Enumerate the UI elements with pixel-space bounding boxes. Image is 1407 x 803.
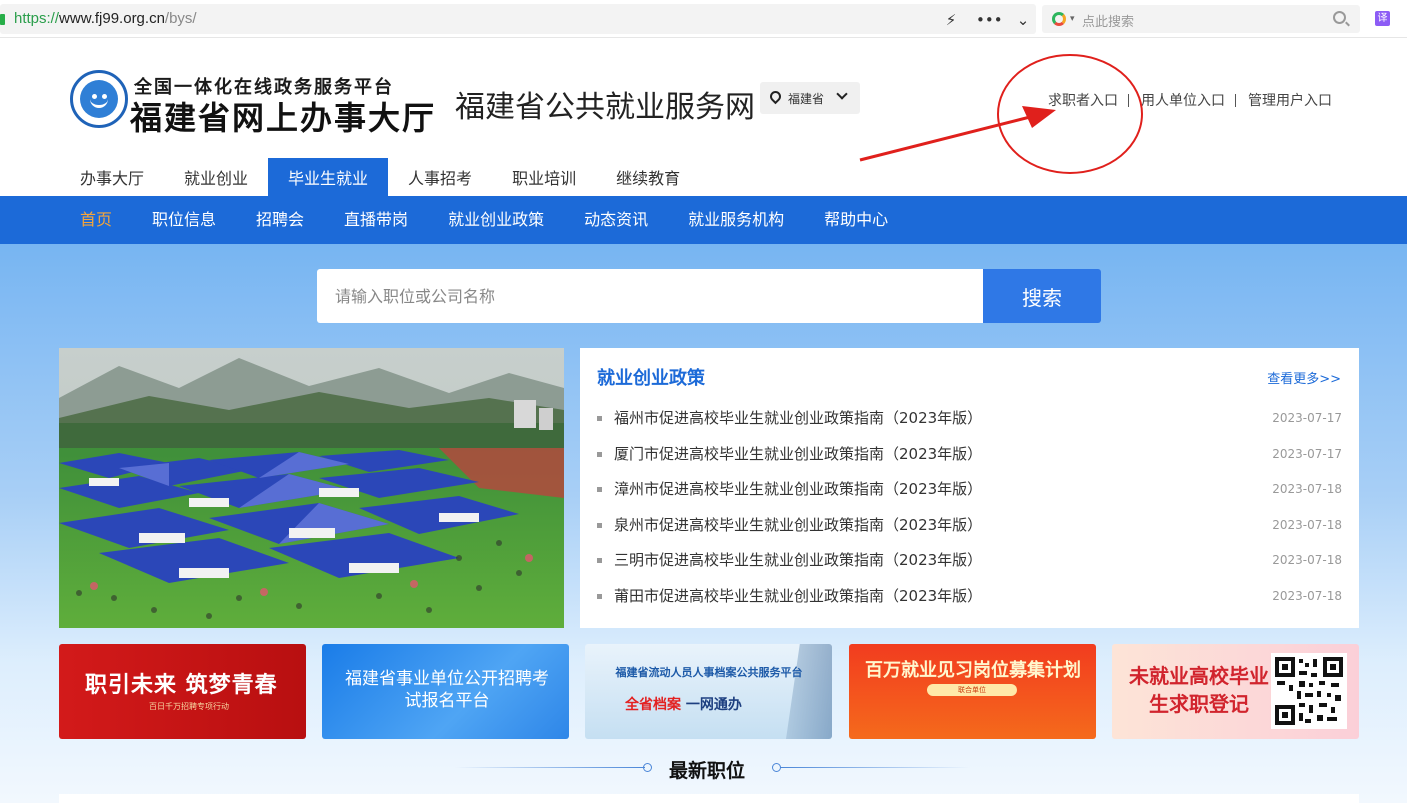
translate-icon[interactable]: 译 <box>1375 11 1390 26</box>
policy-more-link[interactable]: 查看更多>> <box>1267 368 1341 387</box>
section-title: 最新职位 <box>669 760 746 782</box>
brand-title[interactable]: 福建省网上办事大厅 <box>130 93 436 139</box>
job-fair-photo[interactable] <box>59 348 564 628</box>
main-nav: 首页 职位信息 招聘会 直播带岗 就业创业政策 动态资讯 就业服务机构 帮助中心 <box>0 196 1407 244</box>
browser-search-placeholder: 点此搜索 <box>1082 15 1135 30</box>
divider <box>455 767 645 768</box>
nav-news[interactable]: 动态资讯 <box>564 196 668 244</box>
banner-pill: 联合单位 <box>927 684 1017 696</box>
hero-area: 搜索 <box>0 244 1407 803</box>
nav-job-info[interactable]: 职位信息 <box>132 196 236 244</box>
banner-title: 福建省流动人员人事档案公共服务平台 <box>615 666 803 679</box>
list-item[interactable]: 三明市促进高校毕业生就业创业政策指南（2023年版） 2023-07-18 <box>597 548 1342 584</box>
banner-internship-plan[interactable]: 百万就业见习岗位募集计划 联合单位 <box>849 644 1096 739</box>
emblem-face <box>80 80 118 118</box>
tab-service-hall[interactable]: 办事大厅 <box>60 158 164 196</box>
tab-graduate-employment[interactable]: 毕业生就业 <box>268 158 389 196</box>
banner-title: 百万就业见习岗位募集计划 <box>865 660 1081 681</box>
list-item[interactable]: 厦门市促进高校毕业生就业创业政策指南（2023年版） 2023-07-17 <box>597 442 1342 478</box>
qr-code-icon <box>1271 653 1347 729</box>
policy-list: 福州市促进高校毕业生就业创业政策指南（2023年版） 2023-07-17 厦门市… <box>597 406 1342 620</box>
policy-panel: 就业创业政策 查看更多>> 福州市促进高校毕业生就业创业政策指南（2023年版）… <box>580 348 1359 628</box>
nav-job-fair[interactable]: 招聘会 <box>236 196 324 244</box>
banner-archive-service[interactable]: 福建省流动人员人事档案公共服务平台 全省档案 一网通办 <box>585 644 832 739</box>
entry-links: 求职者入口 用人单位入口 管理用户入口 <box>1048 90 1332 110</box>
tab-vocational-training[interactable]: 职业培训 <box>492 158 596 196</box>
jobseeker-entry-link[interactable]: 求职者入口 <box>1048 90 1118 110</box>
policy-panel-title: 就业创业政策 <box>597 368 705 389</box>
nav-policy[interactable]: 就业创业政策 <box>428 196 564 244</box>
divider <box>1128 93 1129 107</box>
banner-career-future[interactable]: 职引未来 筑梦青春 百日千万招聘专项行动 <box>59 644 306 739</box>
banner-public-institution-exam[interactable]: 福建省事业单位公开招聘考试报名平台 <box>322 644 569 739</box>
nav-help-center[interactable]: 帮助中心 <box>804 196 908 244</box>
banner-unemployed-graduate-registration[interactable]: 未就业高校毕业生求职登记 <box>1112 644 1359 739</box>
list-item[interactable]: 漳州市促进高校毕业生就业创业政策指南（2023年版） 2023-07-18 <box>597 477 1342 513</box>
banner-title: 职引未来 筑梦青春 <box>85 673 278 698</box>
chevron-down-icon <box>836 88 848 100</box>
browser-search-box[interactable]: ▾ 点此搜索 <box>1042 5 1360 33</box>
address-bar-actions: ⚡ ••• ⌄ <box>940 11 1034 29</box>
list-item[interactable]: 福州市促进高校毕业生就业创业政策指南（2023年版） 2023-07-17 <box>597 406 1342 442</box>
tab-continuing-education[interactable]: 继续教育 <box>596 158 700 196</box>
region-label: 福建省 <box>788 92 825 106</box>
search-button[interactable]: 搜索 <box>983 269 1101 323</box>
url-text: https://www.fj99.org.cn/bys/ <box>14 10 197 27</box>
divider <box>1235 93 1236 107</box>
tab-employment[interactable]: 就业创业 <box>164 158 268 196</box>
portal-emblem-logo[interactable] <box>70 70 128 128</box>
job-search-input[interactable] <box>317 269 983 323</box>
divider <box>780 767 970 768</box>
chevron-down-icon[interactable]: ⌄ <box>1012 11 1034 29</box>
tab-personnel-exam[interactable]: 人事招考 <box>388 158 492 196</box>
secure-lock-icon <box>0 14 5 25</box>
nav-livestream-jobs[interactable]: 直播带岗 <box>324 196 428 244</box>
banner-slogan: 全省档案 一网通办 <box>625 697 742 713</box>
job-fair-image <box>59 348 564 628</box>
banner-title: 未就业高校毕业生求职登记 <box>1129 664 1269 716</box>
job-search-bar: 搜索 <box>317 269 1101 323</box>
site-header: 全国一体化在线政务服务平台 福建省网上办事大厅 福建省公共就业服务网 福建省 求… <box>0 38 1407 158</box>
search-engine-icon[interactable] <box>1052 12 1066 26</box>
region-selector[interactable]: 福建省 <box>760 82 860 114</box>
engine-caret-icon[interactable]: ▾ <box>1070 14 1075 24</box>
top-tabs: 办事大厅 就业创业 毕业生就业 人事招考 职业培训 继续教育 <box>60 158 700 196</box>
more-dots-icon[interactable]: ••• <box>976 11 1003 29</box>
employer-entry-link[interactable]: 用人单位入口 <box>1141 90 1225 110</box>
nav-service-agencies[interactable]: 就业服务机构 <box>668 196 804 244</box>
latest-jobs-heading: 最新职位 <box>0 756 1407 782</box>
nav-home[interactable]: 首页 <box>60 196 132 244</box>
list-item[interactable]: 莆田市促进高校毕业生就业创业政策指南（2023年版） 2023-07-18 <box>597 584 1342 620</box>
url-field[interactable]: https://www.fj99.org.cn/bys/ ⚡ ••• ⌄ <box>0 4 1036 34</box>
list-item[interactable]: 泉州市促进高校毕业生就业创业政策指南（2023年版） 2023-07-18 <box>597 513 1342 549</box>
search-icon[interactable] <box>1333 11 1346 24</box>
site-name: 福建省公共就业服务网 <box>455 90 755 125</box>
latest-jobs-panel <box>59 794 1359 803</box>
banner-subtitle: 百日千万招聘专项行动 <box>149 702 229 711</box>
browser-address-bar: https://www.fj99.org.cn/bys/ ⚡ ••• ⌄ ▾ 点… <box>0 0 1407 38</box>
lightning-icon[interactable]: ⚡ <box>940 11 962 29</box>
location-pin-icon <box>767 88 784 105</box>
admin-entry-link[interactable]: 管理用户入口 <box>1248 90 1332 110</box>
banner-title: 福建省事业单位公开招聘考试报名平台 <box>345 669 549 711</box>
building-graphic <box>786 644 832 739</box>
